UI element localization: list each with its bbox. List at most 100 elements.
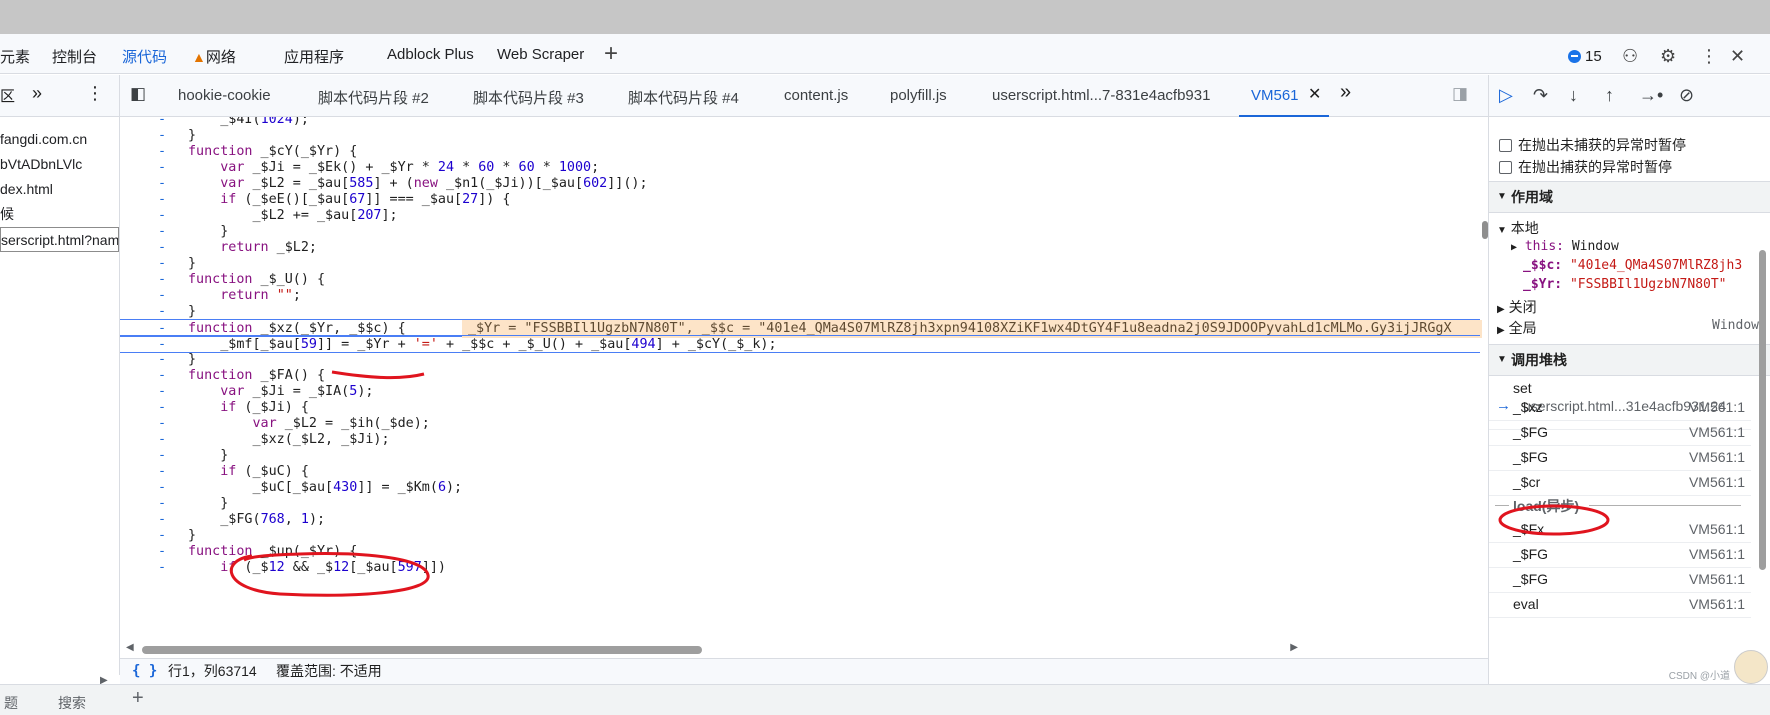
step-into-icon[interactable]: ↓	[1569, 85, 1578, 106]
source-tab[interactable]: hookie-cookie	[178, 87, 271, 104]
code-line[interactable]: - if (_$12 && _$12[_$au[597]])	[120, 559, 1480, 577]
tab-adblock-plus[interactable]: Adblock Plus	[387, 46, 474, 63]
add-drawer-tab-plus-icon[interactable]: +	[132, 687, 144, 710]
issues-badge[interactable]: 15	[1568, 48, 1602, 65]
callstack-frame[interactable]: eval VM561:1	[1489, 591, 1751, 618]
pretty-print-icon[interactable]: { }	[132, 659, 157, 683]
resume-icon[interactable]: ▷	[1499, 85, 1513, 106]
pause-uncaught-label: 在抛出未捕获的异常时暂停	[1518, 137, 1686, 153]
scope-var-yr[interactable]: _$Yr: "FSSBBIl1UgzbN7N80T"	[1523, 277, 1727, 292]
async-label: load(异步)	[1513, 498, 1580, 514]
pause-caught-row[interactable]: 在抛出捕获的异常时暂停	[1499, 157, 1672, 177]
source-tab[interactable]: userscript.html...7-831e4acfb931	[992, 87, 1210, 104]
frame-name: _$cr	[1513, 474, 1541, 490]
scroll-left-icon[interactable]: ◀	[126, 642, 134, 653]
global-value: Window	[1712, 318, 1759, 333]
callstack-frame[interactable]: _$FG VM561:1	[1489, 444, 1751, 471]
callstack-frame[interactable]: _$FG VM561:1	[1489, 566, 1751, 593]
line-gutter-marker[interactable]: -	[158, 559, 166, 577]
expand-triangle-icon: ▶	[1497, 304, 1505, 315]
mascot-avatar	[1734, 650, 1768, 684]
scroll-right-icon[interactable]: ▶	[1290, 642, 1298, 653]
callstack-frame[interactable]: _$FG VM561:1	[1489, 541, 1751, 568]
scope-section-header[interactable]: ▼ 作用域	[1489, 181, 1770, 213]
source-tab[interactable]: 脚本代码片段 #4	[628, 87, 739, 108]
step-icon[interactable]: →•	[1639, 85, 1663, 106]
toggle-debugger-icon[interactable]: ◨	[1452, 84, 1468, 104]
add-tab-plus-icon[interactable]: +	[604, 40, 618, 68]
scope-closure[interactable]: ▶ 关闭	[1497, 297, 1537, 317]
callstack-frame[interactable]: _$FG VM561:1	[1489, 419, 1751, 446]
callstack-frame[interactable]: _$Fx VM561:1	[1489, 516, 1751, 543]
code-text: if (_$12 && _$12[_$au[597]])	[220, 560, 446, 575]
warning-icon: ▲	[192, 49, 206, 65]
gear-icon[interactable]: ⚙	[1660, 46, 1676, 67]
code-editor[interactable]: - _$4I(1024); -} - function _$cY(_$Yr) {- v…	[120, 117, 1488, 642]
step-over-icon[interactable]: ↷	[1533, 85, 1548, 106]
source-tab-active[interactable]: VM561	[1239, 87, 1328, 117]
people-icon[interactable]: ⚇	[1622, 46, 1638, 67]
toggle-navigator-icon[interactable]: ◧	[130, 84, 146, 104]
frame-name: eval	[1513, 596, 1539, 612]
navigator-item[interactable]: bVtADbnLVlc	[0, 152, 119, 177]
navigator-tab-truncated[interactable]: 区	[0, 85, 15, 106]
navigator-item[interactable]: dex.html	[0, 177, 119, 202]
horizontal-scrollbar[interactable]: ◀ ▶	[120, 642, 1488, 658]
bottom-drawer: 题 搜索 +	[0, 684, 1770, 715]
issues-count: 15	[1585, 48, 1602, 65]
callstack-frame[interactable]: → _$xz VM561:1	[1489, 394, 1751, 421]
navigator-header: 区 » ⋮	[0, 75, 119, 117]
frame-name: _$FG	[1513, 571, 1549, 587]
debugger-scrollbar-thumb[interactable]	[1759, 250, 1766, 570]
step-out-icon[interactable]: ↑	[1605, 85, 1614, 106]
tab-console[interactable]: 控制台	[52, 46, 97, 67]
scope-local[interactable]: ▼ 本地	[1497, 218, 1539, 238]
expand-triangle-icon: ▶	[1497, 325, 1505, 336]
source-tab[interactable]: 脚本代码片段 #2	[318, 87, 429, 108]
source-tab[interactable]: polyfill.js	[890, 87, 947, 104]
frame-location: VM561:1	[1688, 399, 1745, 415]
navigator-item[interactable]: fangdi.com.cn	[0, 127, 119, 152]
more-vertical-icon[interactable]: ⋮	[86, 83, 104, 104]
callstack-section-header[interactable]: ▼ 调用堆栈	[1489, 344, 1770, 376]
var-value: "401e4_QMa4S07MlRZ8jh3	[1569, 258, 1743, 273]
navigator-item-selected[interactable]: serscript.html?name	[0, 227, 119, 252]
collapse-triangle-icon: ▼	[1497, 191, 1507, 202]
scope-this[interactable]: ▶ this: Window	[1511, 239, 1619, 254]
horizontal-scrollbar-thumb[interactable]	[142, 646, 702, 654]
navigator-item[interactable]: 候	[0, 202, 119, 227]
scope-global[interactable]: ▶ 全局 Window	[1497, 318, 1759, 338]
scope-var-c[interactable]: _$$c: "401e4_QMa4S07MlRZ8jh3	[1523, 258, 1742, 273]
tab-web-scraper[interactable]: Web Scraper	[497, 46, 584, 63]
debugger-sidebar: ▷ ↷ ↓ ↑ →• ⊘ 在抛出未捕获的异常时暂停 在抛出捕获的异常时暂停 ▼ 作…	[1488, 75, 1770, 684]
scope-local-label: 本地	[1510, 220, 1539, 236]
closure-label: 关闭	[1508, 299, 1537, 315]
more-vertical-icon[interactable]: ⋮	[1700, 46, 1718, 67]
source-tab[interactable]: content.js	[784, 87, 848, 104]
deactivate-breakpoints-icon[interactable]: ⊘	[1679, 85, 1694, 106]
callstack-frame[interactable]: _$cr VM561:1	[1489, 469, 1751, 496]
pause-uncaught-checkbox[interactable]	[1499, 138, 1512, 152]
pause-uncaught-row[interactable]: 在抛出未捕获的异常时暂停	[1499, 135, 1686, 155]
tab-sources[interactable]: 源代码	[119, 46, 170, 80]
file-navigator: 区 » ⋮ fangdi.com.cn bVtADbnLVlc dex.html…	[0, 75, 120, 686]
tab-elements[interactable]: 元素	[0, 46, 30, 67]
expand-triangle-icon: ▶	[1511, 242, 1518, 253]
drawer-tab-search[interactable]: 搜索	[58, 693, 86, 713]
tab-application[interactable]: 应用程序	[284, 46, 344, 67]
cursor-position: 行1，列63714	[168, 663, 257, 679]
frame-name: _$FG	[1513, 449, 1549, 465]
tab-network[interactable]: ▲网络	[192, 46, 236, 67]
tab-network-label: 网络	[205, 49, 236, 66]
chevron-double-right-icon[interactable]: »	[1340, 81, 1351, 104]
source-tab[interactable]: 脚本代码片段 #3	[473, 87, 584, 108]
chevron-double-right-icon[interactable]: »	[32, 83, 42, 104]
pause-caught-label: 在抛出捕获的异常时暂停	[1518, 159, 1672, 175]
frame-location: VM561:1	[1688, 449, 1745, 465]
close-tab-icon[interactable]: ✕	[1308, 84, 1321, 104]
close-icon[interactable]: ✕	[1730, 46, 1745, 67]
pause-caught-checkbox[interactable]	[1499, 160, 1512, 174]
drawer-tab[interactable]: 题	[4, 693, 18, 713]
callstack-header-label: 调用堆栈	[1511, 352, 1567, 368]
frame-location: VM561:1	[1688, 521, 1745, 537]
